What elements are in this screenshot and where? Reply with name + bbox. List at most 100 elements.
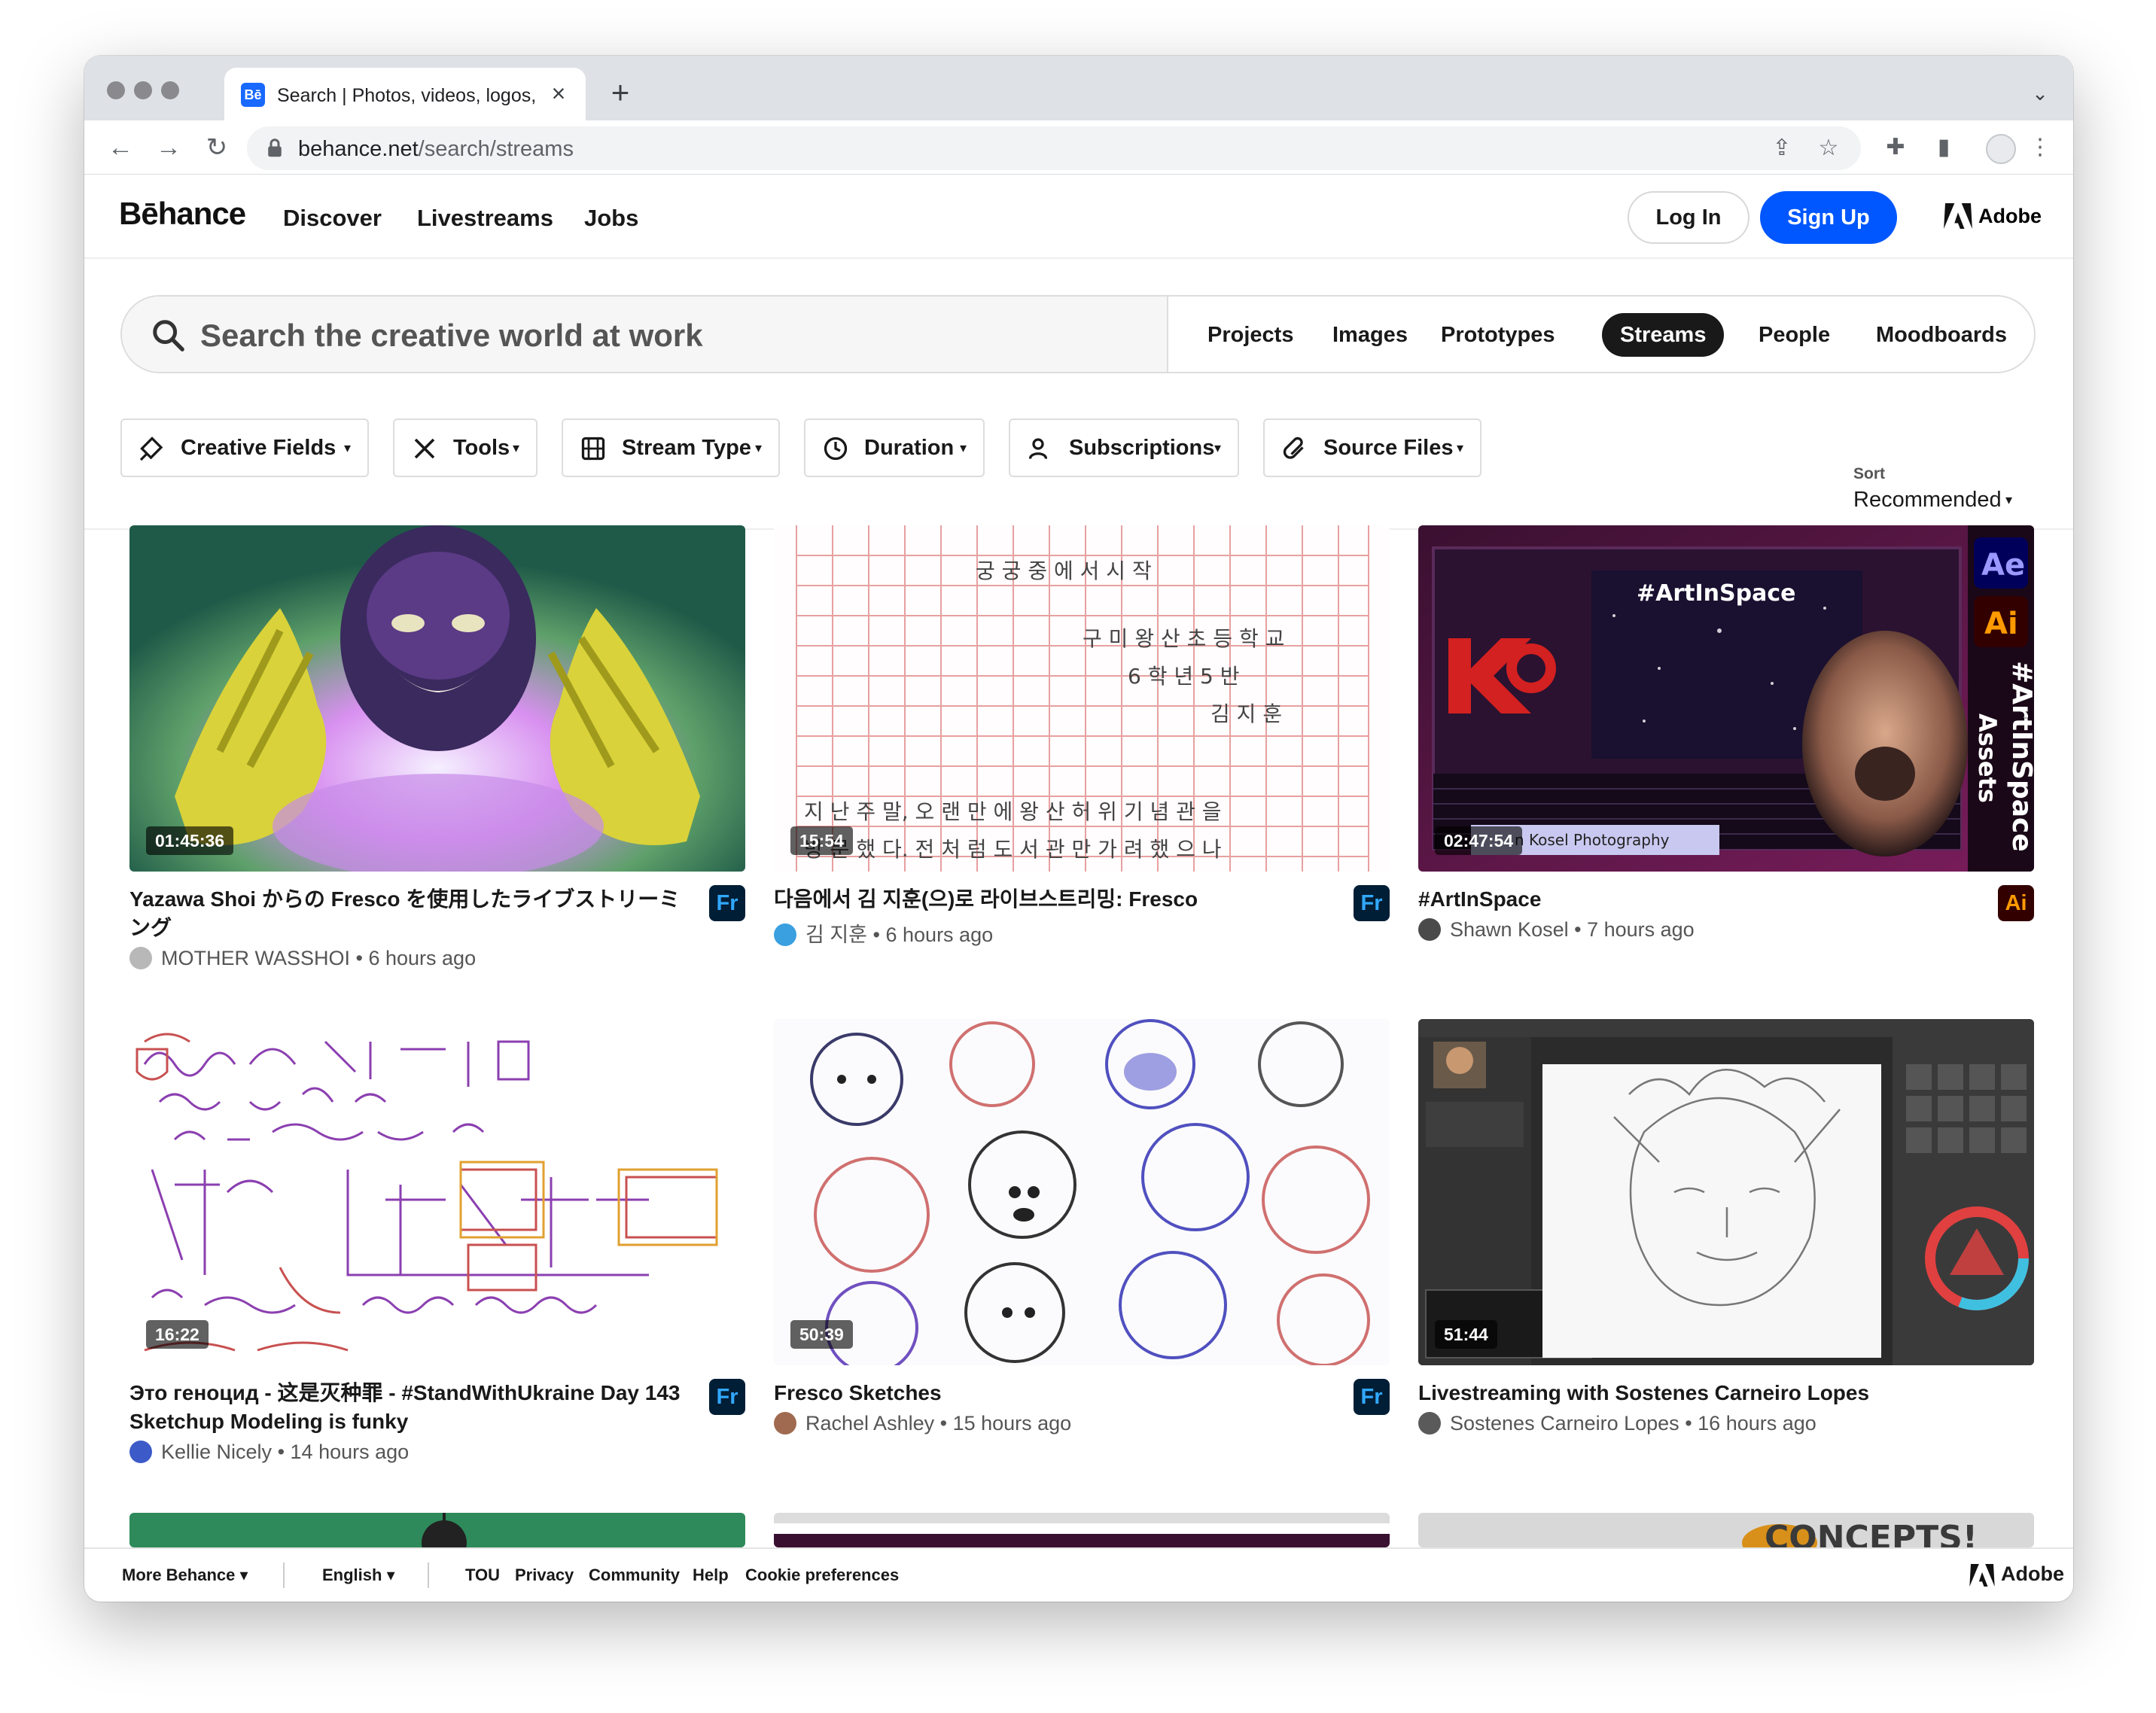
footer-link-privacy[interactable]: Privacy <box>515 1565 574 1585</box>
browser-menu-icon[interactable]: ⋮ <box>2022 129 2058 166</box>
address-bar[interactable]: behance.net/search/streams ⇪ ☆ <box>247 126 1861 170</box>
language-dropdown[interactable]: English ▾ <box>322 1565 395 1585</box>
stream-title[interactable]: Fresco Sketches <box>774 1379 1331 1407</box>
stream-time: 15 hours ago <box>952 1412 1072 1435</box>
stream-time: 14 hours ago <box>290 1441 410 1463</box>
stream-thumbnail[interactable]: CONCEPTS! <box>1418 1513 2034 1547</box>
svg-text:지 난 주 말, 오 랜 만 에 왕: 지 난 주 말, 오 랜 만 에 왕 산 허 위 기 념 관 을 <box>804 799 1222 824</box>
tab-prototypes[interactable]: Prototypes <box>1423 313 1573 357</box>
stream-thumbnail[interactable]: 01:45:36 <box>129 525 745 872</box>
sort-dropdown[interactable]: Recommended <box>1853 488 2002 513</box>
footer-link-community[interactable]: Community <box>589 1565 680 1585</box>
tab-people[interactable]: People <box>1740 313 1848 357</box>
stream-thumbnail[interactable] <box>774 1513 1390 1547</box>
footer-link-help[interactable]: Help <box>693 1565 729 1585</box>
stream-thumbnail[interactable] <box>129 1513 745 1547</box>
nav-livestreams[interactable]: Livestreams <box>417 205 553 232</box>
search-input[interactable]: Search the creative world at work <box>122 297 1168 372</box>
avatar <box>1418 918 1441 941</box>
tab-moodboards[interactable]: Moodboards <box>1858 313 2025 357</box>
forward-arrow-icon[interactable]: → <box>151 129 187 166</box>
owner-name[interactable]: 김 지훈 <box>805 923 867 946</box>
stream-title[interactable]: 다음에서 김 지훈(으)로 라이브스트리밍: Fresco <box>774 885 1331 914</box>
stream-title[interactable]: Это геноцид - 这是灭种罪 - #StandWithUkraine … <box>129 1379 687 1436</box>
back-arrow-icon[interactable]: ← <box>102 129 139 166</box>
behance-logo[interactable]: Bēhance <box>119 196 246 232</box>
sidebar-panel-icon[interactable]: ▮ <box>1926 129 1962 166</box>
stream-owner[interactable]: 김 지훈 • 6 hours ago <box>774 918 993 948</box>
stream-thumbnail[interactable]: 16:22 <box>129 1019 745 1365</box>
footer-adobe-link[interactable]: Adobe <box>2001 1562 2064 1586</box>
stream-owner[interactable]: Shawn Kosel • 7 hours ago <box>1418 918 1695 942</box>
stream-time: 6 hours ago <box>885 923 994 946</box>
nav-discover[interactable]: Discover <box>283 205 382 232</box>
tab-projects[interactable]: Projects <box>1189 313 1311 357</box>
stream-thumbnail-image <box>422 1513 467 1547</box>
filter-subscriptions[interactable]: Subscriptions ▾ <box>1009 418 1239 477</box>
more-behance-dropdown[interactable]: More Behance ▾ <box>122 1565 248 1585</box>
nav-jobs[interactable]: Jobs <box>584 205 638 232</box>
stream-thumbnail[interactable]: 궁 궁 중 에 서 시 작 구 미 왕 산 초 등 학 교 6 학 년 5 반 … <box>774 525 1390 872</box>
bookmark-star-icon[interactable]: ☆ <box>1813 132 1844 164</box>
tab-search-chevron-icon[interactable]: ⌄ <box>2025 78 2055 108</box>
extensions-puzzle-icon[interactable]: ✚ <box>1877 129 1914 166</box>
signup-button[interactable]: Sign Up <box>1760 191 1897 244</box>
login-button[interactable]: Log In <box>1628 191 1749 244</box>
stream-owner[interactable]: Kellie Nicely • 14 hours ago <box>129 1441 409 1464</box>
stream-title[interactable]: #ArtInSpace <box>1418 885 1975 914</box>
stream-thumbnail-image <box>774 1019 1390 1365</box>
stream-owner[interactable]: Sostenes Carneiro Lopes • 16 hours ago <box>1418 1412 1816 1435</box>
duration-badge: 50:39 <box>790 1320 853 1349</box>
window-close-button[interactable] <box>107 81 125 99</box>
stream-thumbnail[interactable]: #ArtInSpace n Kosel Photography Ae Ai #A… <box>1418 525 2034 872</box>
svg-text:구 미 왕 산 초 등 학 교: 구 미 왕 산 초 등 학 교 <box>1083 626 1284 651</box>
window-minimize-button[interactable] <box>134 81 152 99</box>
filter-stream-type[interactable]: Stream Type ▾ <box>562 418 780 477</box>
stream-thumbnail-image <box>129 525 745 872</box>
chevron-down-icon: ▾ <box>512 440 519 455</box>
owner-name[interactable]: Rachel Ashley <box>805 1412 934 1435</box>
filter-duration[interactable]: Duration ▾ <box>804 418 985 477</box>
share-icon[interactable]: ⇪ <box>1766 132 1798 164</box>
stream-thumbnail[interactable]: 50:39 <box>774 1019 1390 1365</box>
stream-owner[interactable]: MOTHER WASSHOI • 6 hours ago <box>129 947 476 970</box>
avatar <box>774 923 796 946</box>
behance-favicon-icon: Bē <box>241 83 265 107</box>
reload-icon[interactable]: ↻ <box>199 129 235 166</box>
adobe-logo-icon[interactable] <box>1944 203 1972 229</box>
search-bar: Search the creative world at work Projec… <box>120 295 2036 373</box>
chevron-down-icon: ▾ <box>1456 440 1463 455</box>
footer-divider <box>283 1562 285 1588</box>
footer-divider <box>428 1562 429 1588</box>
stream-thumbnail[interactable]: 51:44 <box>1418 1019 2034 1365</box>
stream-owner[interactable]: Rachel Ashley • 15 hours ago <box>774 1412 1071 1435</box>
browser-toolbar: ← → ↻ behance.net/search/streams ⇪ ☆ ✚ ▮… <box>84 120 2073 175</box>
filter-creative-fields[interactable]: Creative Fields ▾ <box>120 418 369 477</box>
footer-link-cookie-preferences[interactable]: Cookie preferences <box>745 1565 899 1585</box>
filter-tools[interactable]: Tools ▾ <box>393 418 537 477</box>
footer-link-tou[interactable]: TOU <box>465 1565 500 1585</box>
owner-name[interactable]: Sostenes Carneiro Lopes <box>1450 1412 1679 1435</box>
stream-thumbnail-image: #ArtInSpace n Kosel Photography Ae Ai #A… <box>1418 525 2034 872</box>
tab-close-icon[interactable]: × <box>544 78 574 108</box>
site-header: Bēhance Discover Livestreams Jobs Log In… <box>84 175 2073 259</box>
stream-thumbnail-image: CONCEPTS! <box>1742 1519 1978 1547</box>
stream-title[interactable]: Livestreaming with Sostenes Carneiro Lop… <box>1418 1379 1975 1407</box>
owner-name[interactable]: Kellie Nicely <box>161 1441 272 1463</box>
duration-badge: 02:47:54 <box>1435 826 1523 855</box>
owner-name[interactable]: Shawn Kosel <box>1450 918 1569 941</box>
owner-name[interactable]: MOTHER WASSHOI <box>161 947 350 969</box>
window-zoom-button[interactable] <box>161 81 179 99</box>
chevron-down-icon[interactable]: ▾ <box>2005 492 2012 508</box>
tab-images[interactable]: Images <box>1314 313 1426 357</box>
adobe-link[interactable]: Adobe <box>1978 205 2042 228</box>
fresco-app-icon: Fr <box>709 1379 745 1415</box>
adobe-logo-icon[interactable] <box>1969 1564 1995 1587</box>
profile-avatar[interactable] <box>1986 134 2016 164</box>
browser-tab[interactable]: Bē Search | Photos, videos, logos, illus… <box>224 68 586 120</box>
tab-streams[interactable]: Streams <box>1602 313 1725 357</box>
new-tab-button[interactable]: + <box>602 75 638 111</box>
filter-source-files[interactable]: Source Files ▾ <box>1263 418 1481 477</box>
chevron-down-icon: ▾ <box>959 440 967 455</box>
stream-title[interactable]: Yazawa Shoi からの Fresco を使用したライブストリーミング <box>129 885 687 942</box>
